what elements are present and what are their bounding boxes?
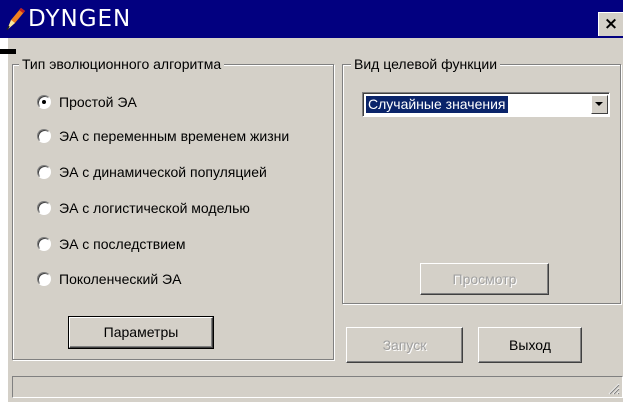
- pen-icon: [6, 8, 25, 31]
- radio-button-icon[interactable]: [37, 201, 51, 215]
- title-bar[interactable]: DYNGEN ×: [0, 0, 623, 38]
- radio-variable-lifetime-ea[interactable]: ЭА с переменным временем жизни: [37, 126, 289, 146]
- radio-generational-ea[interactable]: Поколенческий ЭА: [37, 269, 181, 289]
- radio-button-icon[interactable]: [37, 237, 51, 251]
- close-button[interactable]: ×: [598, 12, 623, 36]
- radio-simple-ea[interactable]: Простой ЭА: [37, 92, 137, 112]
- target-function-label: Вид целевой функции: [351, 55, 501, 73]
- parameters-button[interactable]: Параметры: [68, 316, 214, 349]
- preview-button[interactable]: Просмотр: [420, 263, 549, 295]
- dropdown-selected-value: Случайные значения: [365, 95, 509, 114]
- algorithm-type-group: Тип эволюционного алгоритма Простой ЭА Э…: [12, 55, 334, 360]
- status-bar: [12, 376, 623, 398]
- left-edge-marker: [0, 49, 16, 54]
- radio-aftereffect-ea[interactable]: ЭА с последствием: [37, 234, 185, 254]
- window-title: DYNGEN: [28, 6, 132, 32]
- resize-grip-icon[interactable]: [608, 383, 620, 395]
- radio-label: Поколенческий ЭА: [59, 271, 182, 287]
- radio-label: Простой ЭА: [59, 94, 137, 110]
- radio-label: ЭА с последствием: [59, 236, 186, 252]
- target-function-dropdown[interactable]: Случайные значения: [362, 92, 610, 117]
- radio-button-icon[interactable]: [37, 95, 51, 109]
- run-button[interactable]: Запуск: [346, 327, 463, 363]
- chevron-down-icon[interactable]: [591, 95, 608, 114]
- radio-button-icon[interactable]: [37, 272, 51, 286]
- dyngen-window: DYNGEN × Тип эволюционного алгоритма Про…: [0, 0, 623, 402]
- exit-button[interactable]: Выход: [478, 327, 582, 363]
- radio-dynamic-population-ea[interactable]: ЭА с динамической популяцией: [37, 162, 267, 182]
- radio-label: ЭА с динамической популяцией: [59, 164, 267, 180]
- radio-label: ЭА с переменным временем жизни: [59, 128, 290, 144]
- radio-label: ЭА с логистической моделью: [59, 200, 250, 216]
- left-edge-strip: [0, 38, 8, 402]
- radio-button-icon[interactable]: [37, 165, 51, 179]
- algorithm-type-label: Тип эволюционного алгоритма: [19, 55, 225, 73]
- radio-logistic-model-ea[interactable]: ЭА с логистической моделью: [37, 198, 250, 218]
- radio-button-icon[interactable]: [37, 129, 51, 143]
